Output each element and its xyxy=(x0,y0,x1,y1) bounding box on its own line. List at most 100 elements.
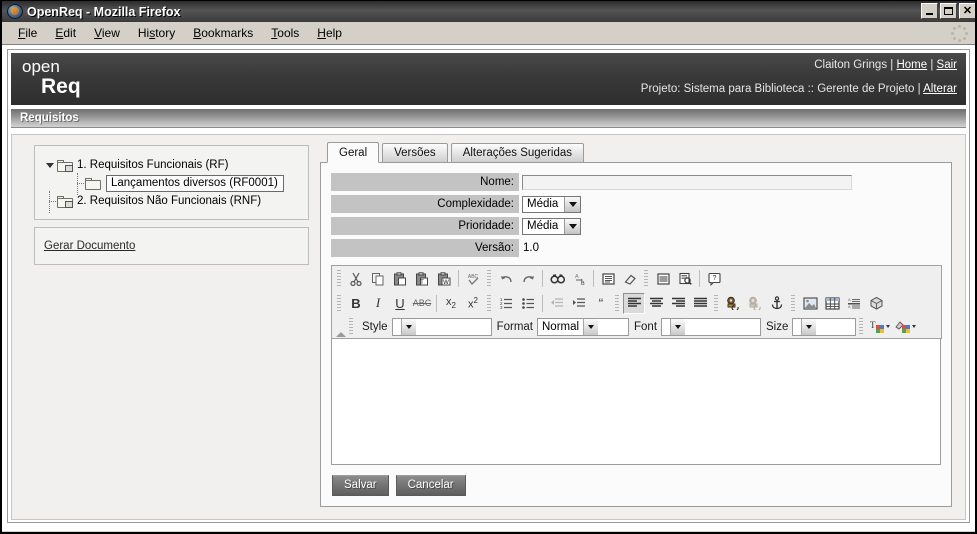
numbered-list-icon[interactable]: 123 xyxy=(495,293,517,314)
chevron-down-icon[interactable] xyxy=(43,159,56,172)
toolbar-grip-icon[interactable] xyxy=(614,294,620,312)
svg-text:A: A xyxy=(848,297,851,302)
nome-input[interactable] xyxy=(522,174,852,190)
templates-icon[interactable] xyxy=(652,268,674,289)
font-select[interactable] xyxy=(661,317,762,336)
menu-item-history[interactable]: History xyxy=(129,24,184,42)
menu-item-file[interactable]: File xyxy=(9,24,46,42)
chevron-down-icon[interactable] xyxy=(564,218,581,234)
openreq-logo[interactable]: open Req xyxy=(22,58,81,97)
style-select[interactable] xyxy=(391,317,492,336)
underline-icon[interactable]: U xyxy=(389,293,411,314)
home-link[interactable]: Home xyxy=(896,59,927,71)
folder-doc-icon xyxy=(57,195,73,208)
chevron-down-icon[interactable] xyxy=(564,196,581,212)
paste-from-word-icon[interactable]: W xyxy=(433,268,455,289)
align-center-icon[interactable] xyxy=(645,293,667,314)
chevron-down-icon[interactable] xyxy=(400,318,416,335)
close-button[interactable]: ✕ xyxy=(959,3,975,19)
cut-icon[interactable] xyxy=(345,268,367,289)
left-column: 1. Requisitos Funcionais (RF) Lançamento… xyxy=(34,145,309,265)
find-icon[interactable] xyxy=(546,268,568,289)
preview-icon[interactable] xyxy=(674,268,696,289)
horizontal-rule-icon[interactable]: AA xyxy=(843,293,865,314)
replace-icon[interactable]: AB xyxy=(568,268,590,289)
cancel-button[interactable]: Cancelar xyxy=(395,475,466,496)
chevron-down-icon[interactable] xyxy=(583,318,599,335)
align-justify-icon[interactable] xyxy=(689,293,711,314)
spellcheck-icon[interactable]: ABC xyxy=(462,268,484,289)
bold-icon[interactable]: B xyxy=(345,293,367,314)
tab-geral[interactable]: Geral xyxy=(327,142,380,163)
bulleted-list-icon[interactable] xyxy=(517,293,539,314)
unlink-icon[interactable] xyxy=(744,293,766,314)
special-char-icon[interactable] xyxy=(865,293,887,314)
undo-icon[interactable] xyxy=(495,268,517,289)
toolbar-grip-icon[interactable] xyxy=(348,318,354,335)
tree-node-label-selected[interactable]: Lançamentos diversos (RF0001) xyxy=(106,174,284,192)
tab-panel-geral: Nome: Complexidade: Média Prioridade: Mé… xyxy=(320,162,952,507)
size-select[interactable] xyxy=(792,317,857,336)
user-sep-2: | xyxy=(927,59,937,71)
outdent-icon[interactable] xyxy=(546,293,568,314)
blockquote-icon[interactable]: “ xyxy=(590,293,612,314)
indent-icon[interactable] xyxy=(568,293,590,314)
align-right-icon[interactable] xyxy=(667,293,689,314)
collapse-toolbar-icon[interactable] xyxy=(336,332,346,337)
format-select[interactable]: Normal xyxy=(537,317,629,336)
paste-icon[interactable] xyxy=(389,268,411,289)
toolbar-grip-icon[interactable] xyxy=(713,294,719,312)
tab-alteracoes-sugeridas[interactable]: Alterações Sugeridas xyxy=(450,143,584,162)
remove-format-icon[interactable] xyxy=(619,268,641,289)
about-icon[interactable]: ? xyxy=(703,268,725,289)
link-icon[interactable] xyxy=(722,293,744,314)
requirements-tree: 1. Requisitos Funcionais (RF) Lançamento… xyxy=(34,145,309,220)
change-project-link[interactable]: Alterar xyxy=(923,83,957,95)
page-title: Requisitos xyxy=(20,112,79,124)
toolbar-grip-icon[interactable] xyxy=(486,294,492,312)
italic-icon[interactable]: I xyxy=(367,293,389,314)
image-icon[interactable] xyxy=(799,293,821,314)
toolbar-grip-icon[interactable] xyxy=(643,270,649,287)
tree-node-rf[interactable]: 1. Requisitos Funcionais (RF) xyxy=(43,156,300,174)
menu-item-edit[interactable]: Edit xyxy=(46,24,85,42)
generate-document-link[interactable]: Gerar Documento xyxy=(44,240,135,252)
tree-node-rf0001[interactable]: Lançamentos diversos (RF0001) xyxy=(43,172,300,195)
editor-toolbar-row-3: Style Format Normal Font Size T xyxy=(332,315,941,338)
label-prioridade: Prioridade: xyxy=(331,217,519,235)
superscript-icon[interactable]: x2 xyxy=(462,293,484,314)
menu-item-view[interactable]: View xyxy=(85,24,129,42)
copy-icon[interactable] xyxy=(367,268,389,289)
editor-content-area[interactable] xyxy=(331,339,941,465)
select-all-icon[interactable] xyxy=(597,268,619,289)
editor-toolbar-row-2: B I U ABC x2 x2 123 “ A A xyxy=(332,291,941,315)
maximize-button[interactable] xyxy=(940,3,957,19)
toolbar-grip-icon[interactable] xyxy=(790,294,796,312)
redo-icon[interactable] xyxy=(517,268,539,289)
table-icon[interactable] xyxy=(821,293,843,314)
complexidade-select[interactable]: Média xyxy=(522,195,582,213)
format-label: Format xyxy=(496,320,533,333)
menu-item-help[interactable]: Help xyxy=(308,24,351,42)
anchor-icon[interactable] xyxy=(766,293,788,314)
text-color-icon[interactable]: T xyxy=(867,316,893,337)
toolbar-grip-icon[interactable] xyxy=(336,294,342,312)
toolbar-grip-icon[interactable] xyxy=(858,318,865,335)
tab-versoes[interactable]: Versões xyxy=(382,143,448,162)
menu-item-tools[interactable]: Tools xyxy=(262,24,308,42)
save-button[interactable]: Salvar xyxy=(332,475,389,496)
tree-node-rnf[interactable]: 2. Requisitos Não Funcionais (RNF) xyxy=(43,190,300,213)
prioridade-select[interactable]: Média xyxy=(522,217,582,235)
align-left-icon[interactable] xyxy=(623,292,645,314)
chevron-down-icon[interactable] xyxy=(670,318,686,335)
minimize-button[interactable] xyxy=(921,3,938,19)
chevron-down-icon[interactable] xyxy=(801,318,817,335)
subscript-icon[interactable]: x2 xyxy=(440,293,462,314)
logout-link[interactable]: Sair xyxy=(937,59,957,71)
toolbar-grip-icon[interactable] xyxy=(486,270,492,287)
toolbar-grip-icon[interactable] xyxy=(336,270,342,287)
strikethrough-icon[interactable]: ABC xyxy=(411,293,433,314)
background-color-icon[interactable] xyxy=(893,316,919,337)
paste-as-text-icon[interactable]: T xyxy=(411,268,433,289)
menu-item-bookmarks[interactable]: Bookmarks xyxy=(184,24,262,42)
